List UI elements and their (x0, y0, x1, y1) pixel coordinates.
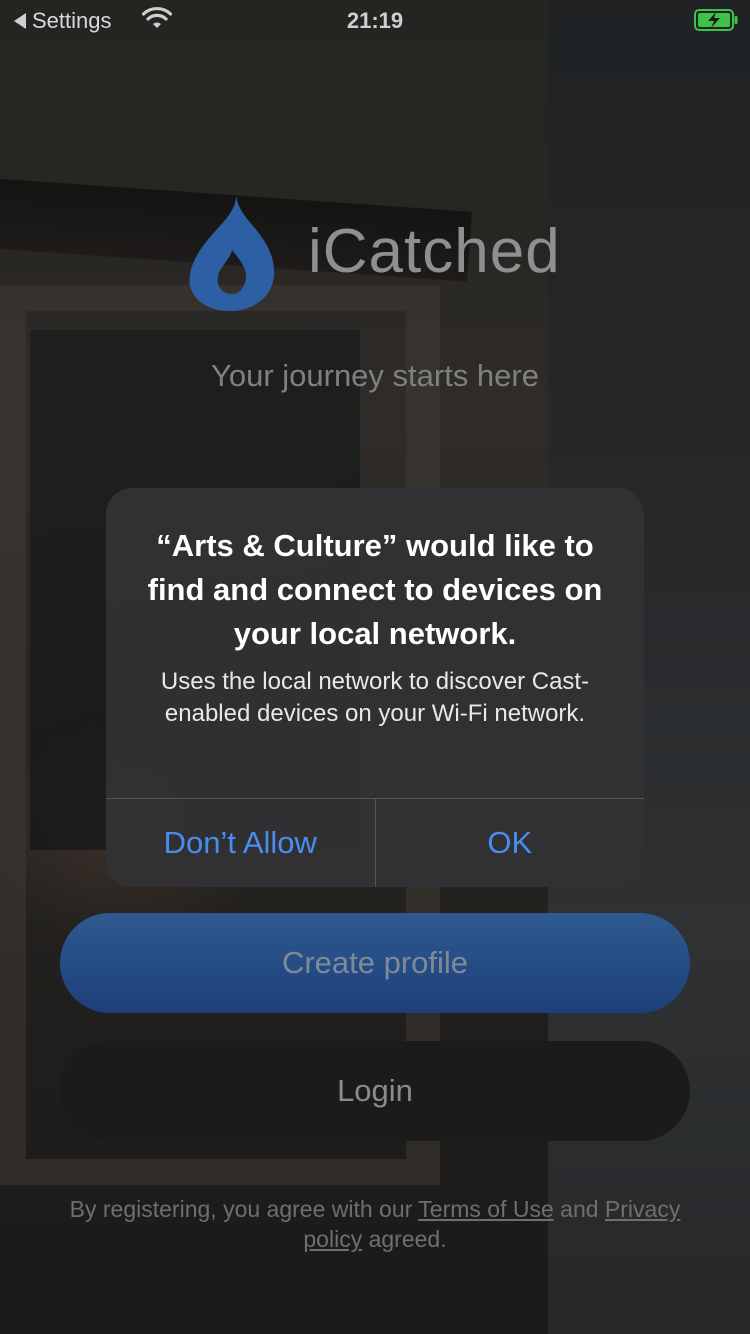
privacy-link-line2[interactable]: policy (303, 1226, 362, 1252)
status-time: 21:19 (346, 8, 404, 33)
legal-prefix: By registering, you agree with our (69, 1196, 413, 1222)
legal-text: By registering, you agree with our Terms… (0, 1194, 750, 1254)
create-profile-button[interactable]: Create profile (60, 913, 690, 1013)
alert-message: Uses the local network to discover Cast-… (160, 668, 590, 727)
flame-logo-icon (189, 192, 275, 311)
privacy-link-line1[interactable]: Privacy (605, 1196, 680, 1222)
app-logo: iCatched (186, 190, 561, 312)
status-bar: Settings 21:19 (0, 0, 750, 40)
app-name: iCatched (308, 216, 561, 286)
alert-actions: Don’t Allow OK (106, 798, 644, 887)
ok-button[interactable]: OK (374, 799, 645, 887)
legal-middle: and (560, 1196, 599, 1222)
battery-charging-icon (694, 9, 738, 31)
tagline: Your journey starts here (211, 358, 539, 393)
terms-of-use-link[interactable]: Terms of Use (418, 1196, 553, 1222)
dont-allow-button[interactable]: Don’t Allow (106, 799, 375, 887)
login-button[interactable]: Login (60, 1041, 690, 1141)
legal-suffix: agreed. (368, 1226, 447, 1252)
local-network-permission-alert: “Arts & Culture” would like to find and … (106, 488, 644, 887)
alert-title: “Arts & Culture” would like to find and … (147, 528, 603, 651)
